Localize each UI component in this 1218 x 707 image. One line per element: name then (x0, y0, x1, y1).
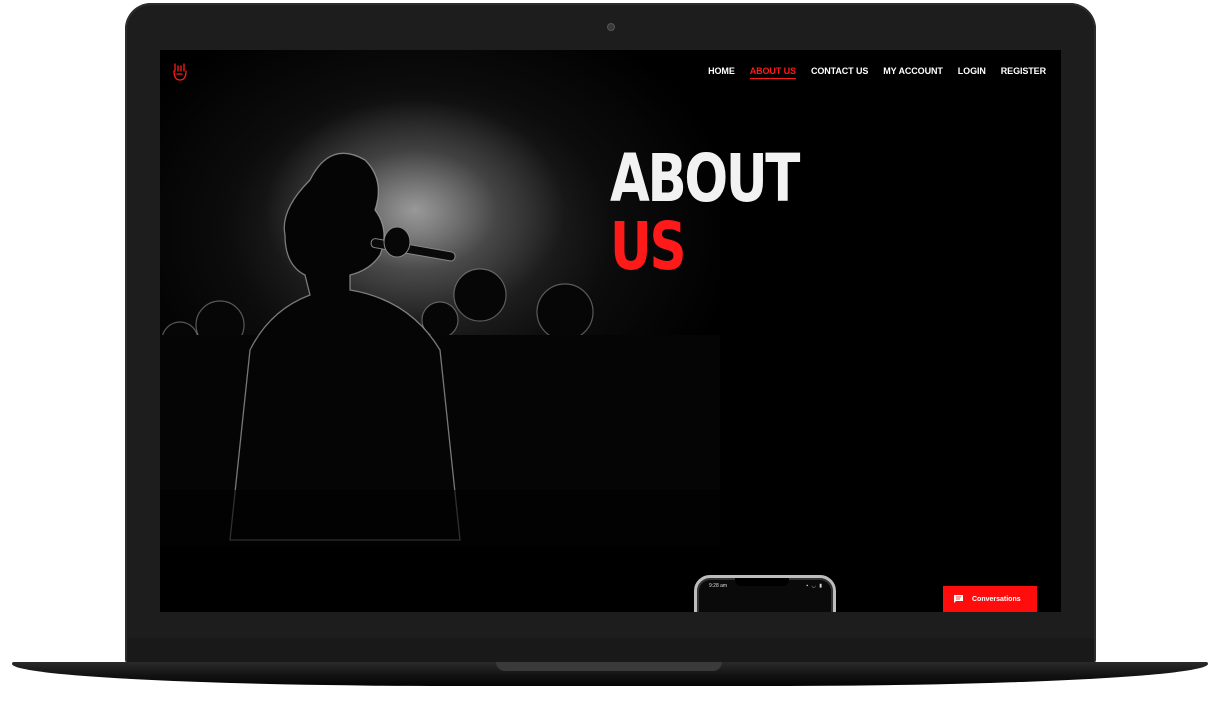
nav-my-account-link[interactable]: MY ACCOUNT (883, 66, 943, 79)
nav-about-us-link[interactable]: ABOUT US (749, 66, 796, 79)
chat-bubble-icon (954, 595, 963, 603)
phone-notch (735, 578, 789, 586)
phone-clock: 9:28 am (709, 583, 728, 589)
rock-hand-icon[interactable] (172, 62, 188, 82)
nav-login-link[interactable]: LOGIN (958, 66, 986, 79)
conversations-label: Conversations (972, 595, 1021, 603)
nav-contact-us-link[interactable]: CONTACT US (811, 66, 868, 79)
nav-register-link[interactable]: REGISTER (1001, 66, 1046, 79)
page-title: ABOUT US (610, 140, 800, 285)
website-screen: HOME ABOUT US CONTACT US MY ACCOUNT LOGI… (160, 50, 1061, 612)
webcam-icon (608, 24, 614, 30)
crowd-silhouette-image (160, 152, 720, 550)
page-title-line-1: ABOUT (610, 140, 800, 217)
laptop-hinge-notch (496, 662, 722, 671)
phone-status-icons: ▪ ◡ ▮ (806, 583, 823, 589)
nav-home-link[interactable]: HOME (708, 66, 735, 79)
laptop-chin (127, 638, 1094, 662)
main-navigation: HOME ABOUT US CONTACT US MY ACCOUNT LOGI… (708, 66, 1046, 79)
page-title-line-2: US (610, 208, 687, 285)
device-mockup: HOME ABOUT US CONTACT US MY ACCOUNT LOGI… (0, 0, 1218, 707)
conversations-button[interactable]: Conversations (943, 586, 1037, 612)
phone-mockup: 9:28 am ▪ ◡ ▮ (694, 575, 836, 612)
